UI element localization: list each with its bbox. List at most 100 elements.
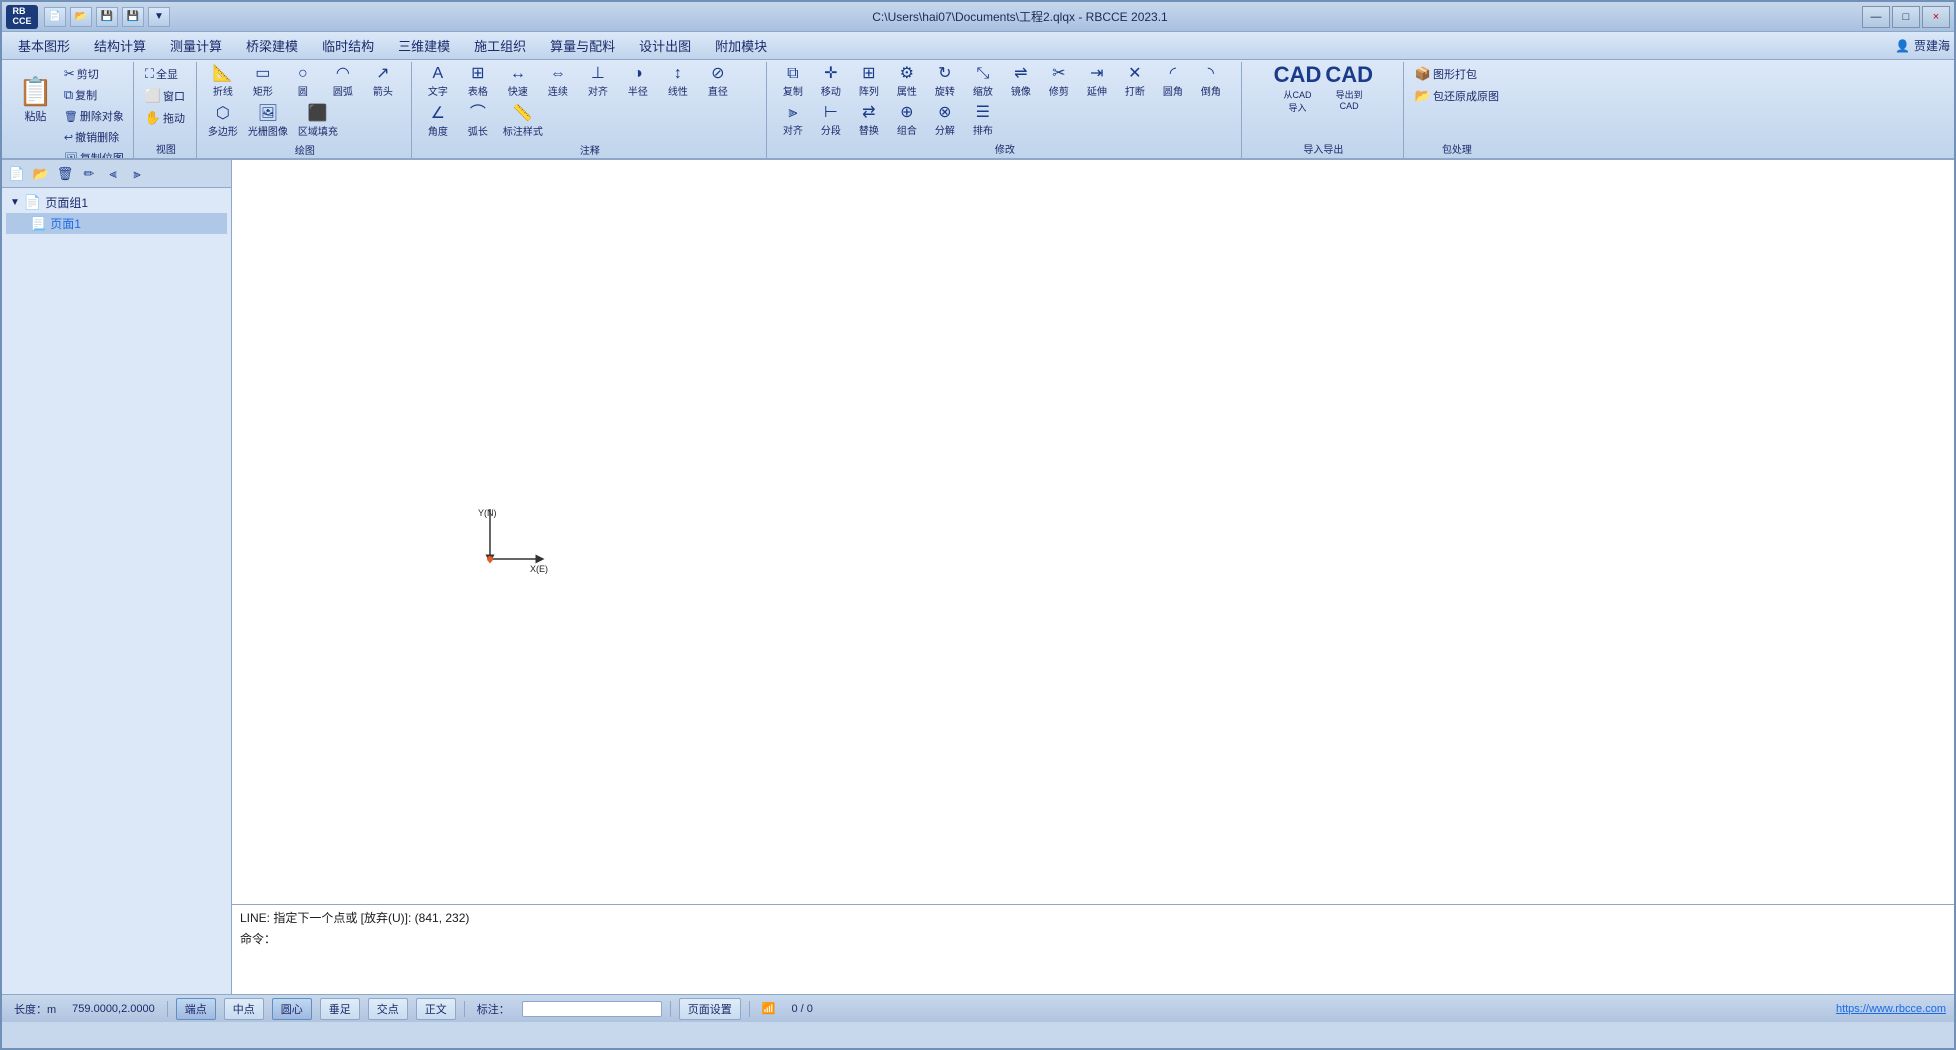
menu-construction[interactable]: 施工组织: [462, 32, 538, 59]
new-button[interactable]: 📄: [44, 7, 66, 27]
snap-intersection-button[interactable]: 交点: [368, 998, 408, 1020]
annotation-input[interactable]: [522, 1001, 662, 1017]
combine-button[interactable]: ⊕ 组合: [889, 103, 925, 139]
close-button[interactable]: ×: [1922, 6, 1950, 28]
window-view-button[interactable]: ⬜ 窗口: [142, 86, 190, 106]
rotate-button[interactable]: ↻ 旋转: [927, 64, 963, 100]
cad-export-button[interactable]: CAD 导出到CAD: [1325, 64, 1373, 111]
angle-dim-button[interactable]: ∠ 角度: [420, 104, 456, 140]
menubar: 基本图形 结构计算 测量计算 桥梁建模 临时结构 三维建模 施工组织 算量与配料…: [2, 32, 1954, 60]
menu-temp-structure[interactable]: 临时结构: [310, 32, 386, 59]
sidebar-align-left-button[interactable]: ⫷: [102, 163, 124, 185]
radius-dim-button[interactable]: ◑ 半径: [620, 64, 656, 100]
cad-label: 导入导出: [1303, 139, 1343, 156]
extend-button[interactable]: ⇥ 延伸: [1079, 64, 1115, 100]
arrow-button[interactable]: ↗ 箭头: [365, 64, 401, 100]
linear-dim-button[interactable]: ↕ 线性: [660, 64, 696, 100]
command-text-2: 命令：: [240, 932, 276, 946]
page-group-icon: 📄: [24, 194, 41, 211]
doc-icon: 📃: [30, 216, 46, 232]
text-mode-button[interactable]: 正文: [416, 998, 456, 1020]
sidebar-open-button[interactable]: 📂: [30, 163, 52, 185]
polygon-button[interactable]: ⬡ 多边形: [205, 104, 241, 140]
align-modify-button[interactable]: ⫸ 对齐: [775, 103, 811, 139]
array-button[interactable]: ⊞ 阵列: [851, 64, 887, 100]
continue-dim-button[interactable]: ⇔ 连续: [540, 64, 576, 100]
status-divider-1: [167, 1001, 168, 1017]
drag-button[interactable]: ✋ 拖动: [142, 108, 190, 128]
tree-item-page1[interactable]: 📃 页面1: [6, 213, 227, 234]
circle-button[interactable]: ○ 圆: [285, 64, 321, 100]
replace-button[interactable]: ⇄ 替换: [851, 103, 887, 139]
polyline-button[interactable]: 📐 折线: [205, 64, 241, 100]
dim-style-button[interactable]: 📏 标注样式: [500, 104, 546, 140]
menu-basic-shapes[interactable]: 基本图形: [6, 32, 82, 59]
arrange-button[interactable]: ☰ 排布: [965, 103, 1001, 139]
move-button[interactable]: ✛ 移动: [813, 64, 849, 100]
text-button[interactable]: A 文字: [420, 64, 456, 100]
qa-dropdown-button[interactable]: ▼: [148, 7, 170, 27]
toolbar-clipboard-group: 📋 粘贴 ✂ 剪切 ⧉ 复制 🗑 删除对象: [6, 62, 134, 158]
canvas-area[interactable]: Y(N) X(E): [232, 160, 1954, 904]
raster-image-button[interactable]: 🖼 光栅图像: [245, 104, 291, 140]
arc-button[interactable]: ◠ 圆弧: [325, 64, 361, 100]
chamfer-button[interactable]: ◝ 倒角: [1193, 64, 1229, 100]
copy-button[interactable]: ⧉ 复制: [61, 85, 127, 105]
sidebar-edit-button[interactable]: ✏: [78, 163, 100, 185]
paste-button[interactable]: 📋 粘贴: [12, 64, 59, 138]
copy-modify-button[interactable]: ⧉ 复制: [775, 64, 811, 100]
arclength-dim-button[interactable]: ⌒ 弧长: [460, 104, 496, 140]
length-unit-label: 长度：m: [10, 999, 60, 1019]
page-settings-button[interactable]: 页面设置: [679, 998, 741, 1020]
pack-button[interactable]: 📦 图形打包: [1412, 64, 1502, 84]
segment-button[interactable]: ⊢ 分段: [813, 103, 849, 139]
trim-button[interactable]: ✂ 修剪: [1041, 64, 1077, 100]
unpack-button[interactable]: 📂 包还原成原图: [1412, 86, 1502, 106]
tree-group-header-1[interactable]: ▼ 📄 页面组1: [6, 192, 227, 213]
website-link[interactable]: https://www.rbcce.com: [1836, 1003, 1946, 1015]
status-divider-2: [464, 1001, 465, 1017]
toolbar-package-group: 📦 图形打包 📂 包还原成原图 包处理: [1406, 62, 1508, 158]
rect-button[interactable]: ▭ 矩形: [245, 64, 281, 100]
sidebar-new-button[interactable]: 📄: [6, 163, 28, 185]
quick-dim-button[interactable]: ↔ 快速: [500, 64, 536, 100]
scale-button[interactable]: ⤡ 缩放: [965, 64, 1001, 100]
toolbar-modify-group: ⧉ 复制 ✛ 移动 ⊞ 阵列 ⚙ 属性 ↻ 旋转: [769, 62, 1242, 158]
snap-wifi-icon: 📶: [758, 1000, 780, 1017]
copy-bitmap-button[interactable]: 🖼 复制位图: [61, 148, 127, 160]
cut-button[interactable]: ✂ 剪切: [61, 64, 127, 84]
snap-midpoint-button[interactable]: 中点: [224, 998, 264, 1020]
save-button[interactable]: 💾: [96, 7, 118, 27]
minimize-button[interactable]: —: [1862, 6, 1890, 28]
menu-3d-model[interactable]: 三维建模: [386, 32, 462, 59]
undo-delete-button[interactable]: ↩ 撤销删除: [61, 127, 127, 147]
menu-calc-materials[interactable]: 算量与配料: [538, 32, 627, 59]
menu-addon[interactable]: 附加模块: [703, 32, 779, 59]
menu-measure-calc[interactable]: 测量计算: [158, 32, 234, 59]
delete-object-button[interactable]: 🗑 删除对象: [61, 106, 127, 126]
diameter-dim-button[interactable]: ⊘ 直径: [700, 64, 736, 100]
menu-bridge-model[interactable]: 桥梁建模: [234, 32, 310, 59]
fill-button[interactable]: ⬛ 区域填充: [295, 104, 341, 140]
snap-center-button[interactable]: 圆心: [272, 998, 312, 1020]
property-button[interactable]: ⚙ 属性: [889, 64, 925, 100]
menu-structural-calc[interactable]: 结构计算: [82, 32, 158, 59]
break-button[interactable]: ✕ 打断: [1117, 64, 1153, 100]
cad-import-button[interactable]: CAD 从CAD导入: [1274, 64, 1322, 114]
fillet-button[interactable]: ◜ 圆角: [1155, 64, 1191, 100]
explode-button[interactable]: ⊗ 分解: [927, 103, 963, 139]
maximize-button[interactable]: □: [1892, 6, 1920, 28]
mirror-button[interactable]: ⇌ 镜像: [1003, 64, 1039, 100]
saveas-button[interactable]: 💾: [122, 7, 144, 27]
sidebar-align-right-button[interactable]: ⫸: [126, 163, 148, 185]
fullscreen-button[interactable]: ⛶ 全显: [142, 64, 190, 84]
menu-design-drawing[interactable]: 设计出图: [627, 32, 703, 59]
page-tree: ▼ 📄 页面组1 📃 页面1: [2, 188, 231, 994]
align-dim-button[interactable]: ⊥ 对齐: [580, 64, 616, 100]
sidebar-delete-button[interactable]: 🗑: [54, 163, 76, 185]
snap-perpendicular-button[interactable]: 垂足: [320, 998, 360, 1020]
snap-endpoint-button[interactable]: 端点: [176, 998, 216, 1020]
snap-count-display: 0 / 0: [787, 1001, 816, 1017]
table-button[interactable]: ⊞ 表格: [460, 64, 496, 100]
open-button[interactable]: 📂: [70, 7, 92, 27]
